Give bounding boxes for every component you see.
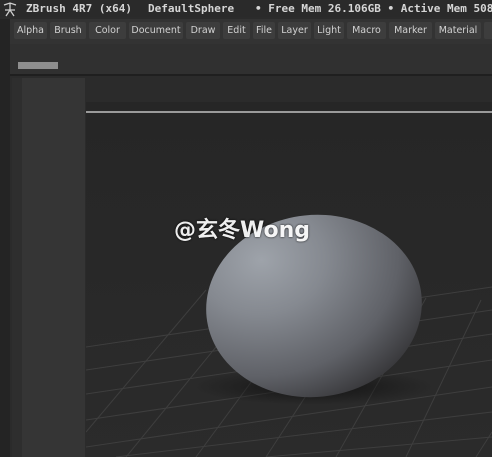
viewport-3d[interactable]	[86, 102, 492, 457]
menu-overflow[interactable]	[484, 22, 492, 39]
menu-brush[interactable]: Brush	[50, 22, 86, 39]
document-name: DefaultSphere	[148, 2, 235, 15]
menu-layer[interactable]: Layer	[278, 22, 311, 39]
tool-strip	[10, 44, 492, 74]
menu-material[interactable]: Material	[435, 22, 481, 39]
menu-edit[interactable]: Edit	[223, 22, 250, 39]
zbrush-logo-icon	[3, 2, 17, 17]
canvas-top-line	[86, 111, 492, 113]
menu-draw[interactable]: Draw	[186, 22, 220, 39]
menu-file[interactable]: File	[253, 22, 275, 39]
memory-status: • Free Mem 26.106GB • Active Mem 508	[255, 2, 492, 15]
menu-document[interactable]: Document	[129, 22, 183, 39]
menu-color[interactable]: Color	[89, 22, 126, 39]
menu-alpha[interactable]: Alpha	[14, 22, 47, 39]
menu-macro[interactable]: Macro	[347, 22, 386, 39]
document-canvas[interactable]	[86, 102, 492, 457]
left-edge	[0, 19, 10, 457]
menu-marker[interactable]: Marker	[389, 22, 432, 39]
app-title: ZBrush 4R7 (x64)	[26, 2, 132, 15]
toolbar-slider[interactable]	[18, 62, 58, 69]
left-tray	[12, 78, 85, 457]
menu-bar: Alpha Brush Color Document Draw Edit Fil…	[0, 19, 492, 44]
title-bar: ZBrush 4R7 (x64) DefaultSphere • Free Me…	[0, 0, 492, 17]
menu-light[interactable]: Light	[314, 22, 344, 39]
left-tray-panel	[22, 78, 85, 457]
watermark: @玄冬Wong	[174, 218, 311, 243]
divider	[10, 74, 492, 76]
